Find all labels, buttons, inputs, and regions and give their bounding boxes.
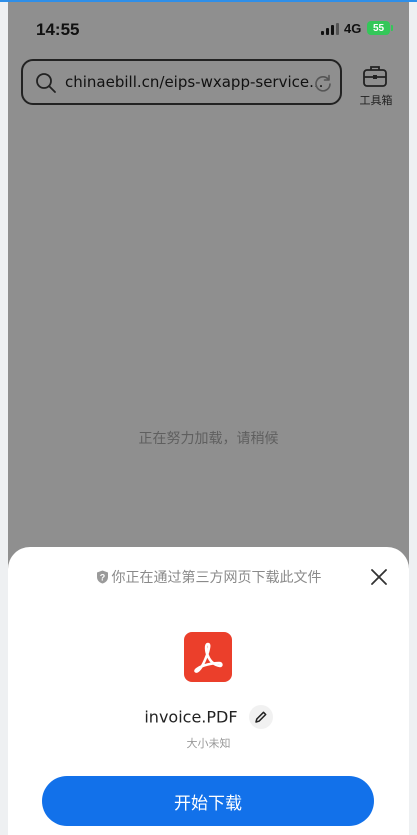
file-size: 大小未知 <box>186 737 231 750</box>
reload-icon[interactable] <box>313 73 333 93</box>
third-party-notice: ? 你正在通过第三方网页下载此文件 <box>8 567 409 587</box>
svg-text:?: ? <box>99 573 105 583</box>
toolbox-button[interactable]: 工具箱 <box>356 64 396 110</box>
signal-icon <box>321 23 341 35</box>
search-icon <box>36 73 56 93</box>
edit-icon[interactable] <box>248 705 273 729</box>
pdf-file-icon <box>184 632 232 682</box>
start-download-button[interactable]: 开始下载 <box>42 776 374 826</box>
status-time: 14:55 <box>36 20 80 39</box>
right-edge <box>409 2 417 835</box>
notice-text: 你正在通过第三方网页下载此文件 <box>111 570 322 586</box>
left-edge <box>0 2 8 835</box>
loading-text: 正在努力加载，请稍候 <box>138 431 279 447</box>
battery-tip <box>391 25 393 31</box>
file-name-row: invoice.PDF <box>8 705 409 729</box>
acrobat-icon <box>194 642 223 673</box>
shield-icon: ? <box>96 570 108 584</box>
download-sheet: ? 你正在通过第三方网页下载此文件 invoice.PDF 大小未知 开始下载 <box>8 547 409 835</box>
battery-icon: 55 <box>367 21 390 35</box>
file-name: invoice.PDF <box>144 707 238 727</box>
url-text[interactable]: chinaebill.cn/eips-wxapp-service... <box>65 73 323 91</box>
network-type: 4G <box>344 21 362 36</box>
toolbox-label: 工具箱 <box>359 94 393 107</box>
toolbox-icon <box>363 66 387 87</box>
url-bar[interactable]: chinaebill.cn/eips-wxapp-service... <box>21 59 342 105</box>
status-bar: 14:55 4G 55 <box>8 2 409 50</box>
close-icon[interactable] <box>371 569 387 585</box>
battery-level: 55 <box>372 22 385 34</box>
